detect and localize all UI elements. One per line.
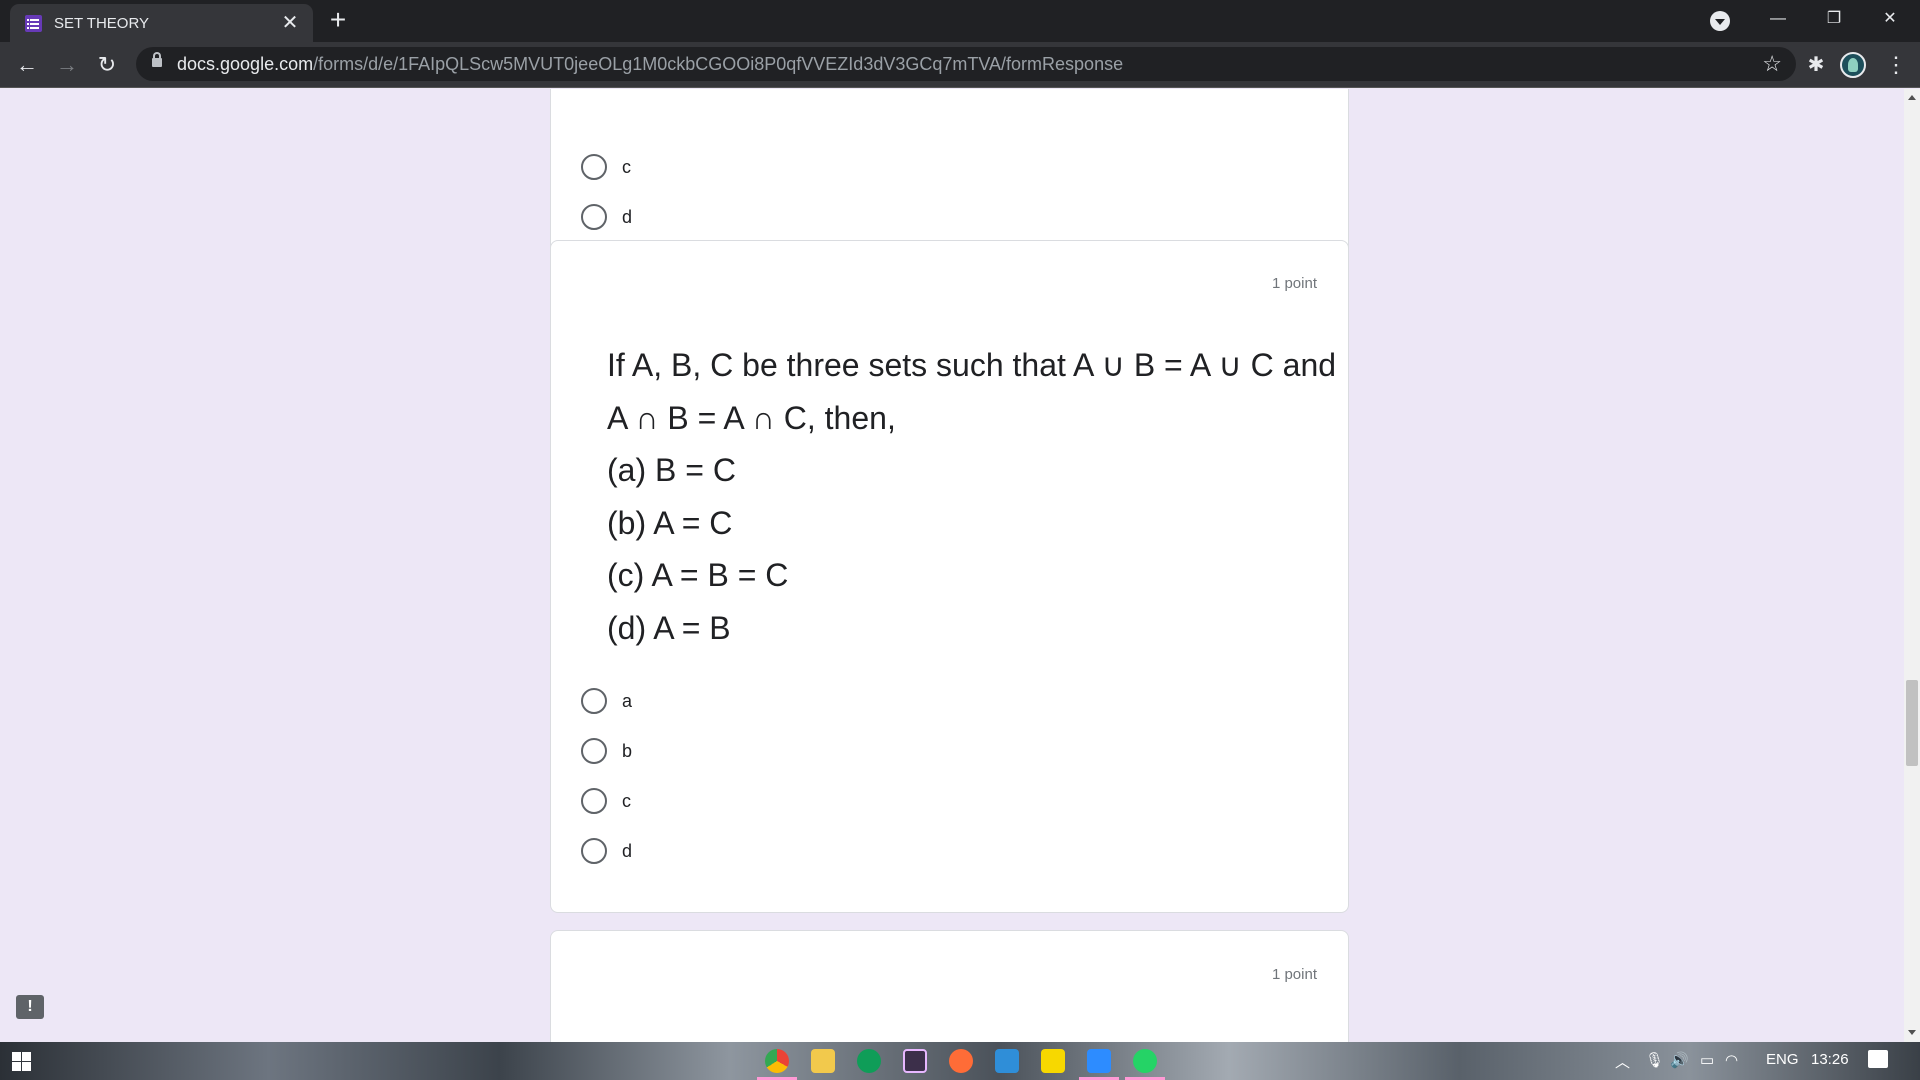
tab-title: SET THEORY [54,15,150,32]
radio-button[interactable] [581,838,607,864]
question-line: (d) A = B [607,609,731,646]
question-line: (a) B = C [607,452,736,488]
address-bar[interactable]: docs.google.com/forms/d/e/1FAIpQLScw5MVU… [136,47,1796,81]
restore-button[interactable]: ❐ [1806,0,1862,38]
question-line: (b) A = C [607,504,733,541]
radio-button[interactable] [581,738,607,764]
windows-start-icon[interactable] [12,1052,31,1071]
url-text[interactable]: docs.google.com/forms/d/e/1FAIpQLScw5MVU… [177,54,1123,75]
scroll-up-arrow-icon[interactable] [1908,95,1916,100]
wifi-icon[interactable]: ◠ [1725,1051,1738,1069]
points-label: 1 point [1271,275,1317,292]
google-forms-icon [25,15,42,32]
tray-chevron-up-icon[interactable]: ︿ [1615,1051,1630,1072]
radio-button[interactable] [581,788,607,814]
browser-tab-strip: SET THEORY ✕ + — ❐ ✕ [0,0,1920,42]
forward-button[interactable]: → [51,49,83,81]
radio-button[interactable] [581,204,607,230]
option-label[interactable]: a [622,691,632,712]
question-line: (c) A = B = C [607,557,789,593]
whatsapp-icon[interactable] [1125,1049,1165,1080]
scroll-thumb[interactable] [1906,680,1918,766]
profile-avatar[interactable] [1840,52,1866,78]
question-line: A ∩ B = A ∩ C, then, [607,399,896,436]
form-page: c d 1 point If A, B, C be three sets suc… [0,89,1904,1042]
language-indicator[interactable]: ENG [1766,1051,1799,1068]
bookmark-star-icon[interactable]: ☆ [1762,51,1782,77]
lock-icon[interactable] [152,52,162,67]
radio-button[interactable] [581,688,607,714]
scroll-down-arrow-icon[interactable] [1908,1030,1916,1035]
microphone-icon[interactable]: 🎙 [1645,1051,1664,1069]
url-host: docs.google.com [177,54,314,74]
url-path: /forms/d/e/1FAIpQLScw5MVUT0jeeOLg1M0ckbC… [313,54,1124,74]
tab-close-icon[interactable]: ✕ [279,12,301,34]
option-label[interactable]: c [622,157,631,178]
browser-toolbar: ← → ↻ docs.google.com/forms/d/e/1FAIpQLS… [0,42,1920,88]
option-label[interactable]: d [622,207,632,228]
clock[interactable]: 13:26 [1811,1051,1849,1068]
extensions-puzzle-icon[interactable]: ✱ [1800,49,1832,81]
question-card-next: 1 point ( ) ( ) [550,930,1349,1042]
browser-menu-icon[interactable]: ⋮ [1880,49,1912,81]
app-green-icon[interactable] [857,1049,881,1073]
radio-button[interactable] [581,154,607,180]
question-line: If A, B, C be three sets such that A ∪ B… [607,347,1337,383]
option-label[interactable]: d [622,841,632,862]
tab-search-icon[interactable] [1710,11,1730,31]
new-tab-button[interactable]: + [324,6,352,34]
page-scrollbar[interactable] [1904,89,1920,1042]
close-window-button[interactable]: ✕ [1862,0,1918,38]
sticky-notes-icon[interactable] [1041,1049,1065,1073]
windows-taskbar: ︿ 🎙 🔊 ▭ ◠ ENG 13:26 [0,1042,1920,1080]
report-abuse-icon[interactable]: ! [16,995,44,1019]
option-label[interactable]: b [622,741,632,762]
question-text: If A, B, C be three sets such that A ∪ B… [607,339,1336,654]
battery-icon[interactable]: ▭ [1700,1051,1714,1069]
zoom-icon[interactable] [1079,1049,1119,1080]
browser-tab[interactable]: SET THEORY ✕ [10,4,313,42]
vscode-icon[interactable] [995,1049,1019,1073]
chrome-icon[interactable] [757,1049,797,1080]
notification-center-icon[interactable] [1868,1050,1888,1068]
file-explorer-icon[interactable] [811,1049,835,1073]
points-label: 1 point [1271,966,1317,983]
postman-icon[interactable] [949,1049,973,1073]
reload-button[interactable]: ↻ [91,49,123,81]
question-card: 1 point If A, B, C be three sets such th… [550,240,1349,913]
volume-icon[interactable]: 🔊 [1670,1051,1689,1069]
option-label[interactable]: c [622,791,631,812]
terminal-icon[interactable] [903,1049,927,1073]
minimize-button[interactable]: — [1750,0,1806,38]
back-button[interactable]: ← [11,49,43,81]
